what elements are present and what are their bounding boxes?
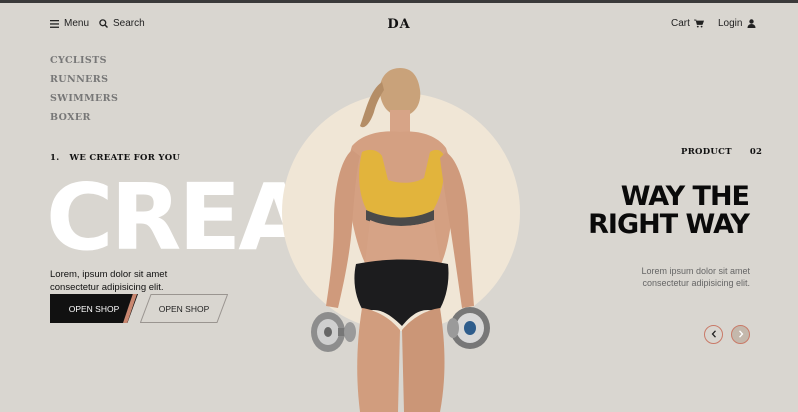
open-shop-secondary-label: OPEN SHOP [158, 303, 210, 314]
product-description: Lorem ipsum dolor sit amet consectetur a… [641, 266, 750, 288]
product-number: 02 [749, 147, 763, 157]
hero-description: Lorem, ipsum dolor sit amet consectetur … [50, 269, 168, 293]
header: Menu Search DA Cart Login [0, 17, 798, 38]
athlete-image [311, 68, 490, 412]
open-shop-primary-label: OPEN SHOP [68, 303, 120, 314]
hero-tagline-text: WE CREATE FOR YOU [69, 153, 181, 163]
headline-line-2: RIGHT WAY [588, 209, 750, 240]
search-button[interactable]: Search [98, 18, 145, 29]
cart-icon [693, 19, 704, 29]
headline-line-1: WAY THE [620, 181, 750, 212]
hamburger-icon [49, 19, 59, 29]
category-runners[interactable]: RUNNERS [50, 74, 118, 93]
chevron-right-icon [738, 329, 744, 340]
top-border [0, 0, 798, 3]
chevron-left-icon [711, 329, 717, 340]
product-label: PRODUCT [681, 147, 732, 157]
open-shop-secondary-button[interactable]: OPEN SHOP [140, 294, 228, 323]
login-button[interactable]: Login [718, 18, 756, 29]
carousel-next-button[interactable] [731, 325, 750, 344]
category-list: CYCLISTS RUNNERS SWIMMERS BOXER [50, 55, 118, 131]
search-label: Search [113, 18, 145, 29]
user-icon [746, 19, 756, 29]
cart-label: Cart [671, 18, 690, 29]
hero-tagline: 1. WE CREATE FOR YOU [50, 153, 180, 163]
product-indicator: PRODUCT 02 [681, 147, 762, 157]
search-icon [98, 19, 108, 29]
hero-index: 1. [50, 153, 60, 163]
category-boxer[interactable]: BOXER [50, 112, 118, 131]
menu-label: Menu [64, 18, 90, 29]
category-cyclists[interactable]: CYCLISTS [50, 55, 118, 74]
category-swimmers[interactable]: SWIMMERS [50, 93, 118, 112]
product-headline: WAY THE RIGHT WAY [588, 181, 750, 240]
cart-button[interactable]: Cart [671, 18, 704, 29]
login-label: Login [718, 18, 743, 29]
menu-button[interactable]: Menu [49, 18, 89, 29]
carousel-prev-button[interactable] [704, 325, 723, 344]
